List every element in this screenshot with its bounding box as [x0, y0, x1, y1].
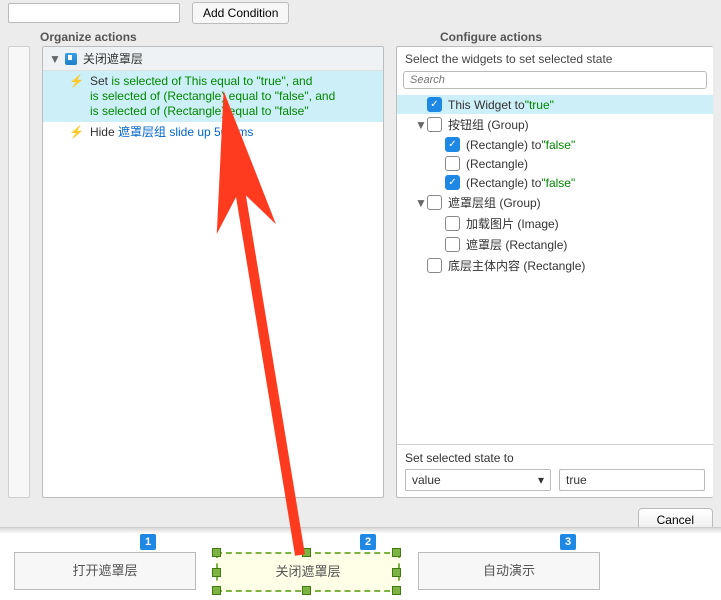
checkbox[interactable]: [445, 156, 460, 171]
bolt-icon: ⚡: [69, 74, 84, 89]
organize-actions-panel: ▼ 关闭遮罩层 ⚡ Set is selected of This equal …: [42, 46, 384, 498]
selection-handle[interactable]: [302, 586, 311, 595]
case-flag-icon: [65, 53, 77, 65]
checkbox[interactable]: [427, 195, 442, 210]
footnote-badge-3: 3: [560, 534, 576, 550]
tree-row-rect-1[interactable]: ▼ (Rectangle) to "false": [397, 135, 713, 154]
checkbox[interactable]: [427, 97, 442, 112]
app-root: Add Condition Organize actions Configure…: [0, 0, 721, 600]
search-input[interactable]: [403, 71, 707, 89]
tree-row-mask-group[interactable]: ▼ 遮罩层组 (Group): [397, 192, 713, 213]
disclosure-triangle-icon[interactable]: ▼: [415, 196, 427, 210]
selection-handle[interactable]: [392, 586, 401, 595]
canvas-area: 打开遮罩层 关闭遮罩层 自动演示 1 2 3: [0, 527, 721, 600]
selection-handle[interactable]: [392, 548, 401, 557]
case-name: 关闭遮罩层: [83, 50, 143, 67]
set-state-label: Set selected state to: [405, 451, 705, 465]
tree-row-bottom-content[interactable]: ▼ 底层主体内容 (Rectangle): [397, 255, 713, 276]
disclosure-triangle-icon[interactable]: ▼: [415, 118, 427, 132]
tab-auto-demo[interactable]: 自动演示: [418, 552, 600, 590]
tab-open-mask[interactable]: 打开遮罩层: [14, 552, 196, 590]
configure-header: Select the widgets to set selected state: [397, 47, 713, 71]
tree-row-this-widget[interactable]: ▼ This Widget to "true": [397, 95, 713, 114]
condition-field[interactable]: [8, 3, 180, 23]
configure-actions-label: Configure actions: [420, 30, 542, 44]
case-row[interactable]: ▼ 关闭遮罩层: [43, 47, 383, 71]
chevron-down-icon: ▾: [538, 473, 544, 487]
selection-handle[interactable]: [302, 548, 311, 557]
section-labels: Organize actions Configure actions: [0, 26, 721, 46]
selection-handle[interactable]: [212, 586, 221, 595]
disclosure-triangle-icon[interactable]: ▼: [49, 52, 61, 66]
footnote-badge-1: 1: [140, 534, 156, 550]
checkbox[interactable]: [445, 237, 460, 252]
widget-tree: ▼ This Widget to "true" ▼ 按钮组 (Group) ▼ …: [397, 93, 713, 444]
tree-row-rect-3[interactable]: ▼ (Rectangle) to "false": [397, 173, 713, 192]
bolt-icon: ⚡: [69, 125, 84, 140]
checkbox[interactable]: [445, 175, 460, 190]
selection-handle[interactable]: [212, 568, 221, 577]
checkbox[interactable]: [427, 117, 442, 132]
checkbox[interactable]: [445, 137, 460, 152]
checkbox[interactable]: [445, 216, 460, 231]
add-condition-button[interactable]: Add Condition: [192, 2, 289, 24]
action-text: Hide 遮罩层组 slide up 500 ms: [90, 125, 253, 140]
tree-row-rect-2[interactable]: ▼ (Rectangle): [397, 154, 713, 173]
configure-actions-panel: Select the widgets to set selected state…: [396, 46, 713, 498]
action-text: Set is selected of This equal to "true",…: [90, 74, 335, 119]
tree-row-loading-image[interactable]: ▼ 加载图片 (Image): [397, 213, 713, 234]
checkbox[interactable]: [427, 258, 442, 273]
panels: ▼ 关闭遮罩层 ⚡ Set is selected of This equal …: [0, 46, 721, 498]
condition-bar: Add Condition: [0, 0, 721, 26]
tree-row-button-group[interactable]: ▼ 按钮组 (Group): [397, 114, 713, 135]
footnote-badge-2: 2: [360, 534, 376, 550]
hide-action[interactable]: ⚡ Hide 遮罩层组 slide up 500 ms: [43, 122, 383, 143]
set-state-section: Set selected state to value▾ true: [397, 444, 713, 497]
state-value-input[interactable]: true: [559, 469, 705, 491]
state-basis-select[interactable]: value▾: [405, 469, 551, 491]
organize-actions-label: Organize actions: [0, 30, 420, 44]
set-selected-action[interactable]: ⚡ Set is selected of This equal to "true…: [43, 71, 383, 122]
tree-row-mask-rect[interactable]: ▼ 遮罩层 (Rectangle): [397, 234, 713, 255]
left-sidebar-gutter: [8, 46, 30, 498]
selection-handle[interactable]: [212, 548, 221, 557]
selection-handle[interactable]: [392, 568, 401, 577]
